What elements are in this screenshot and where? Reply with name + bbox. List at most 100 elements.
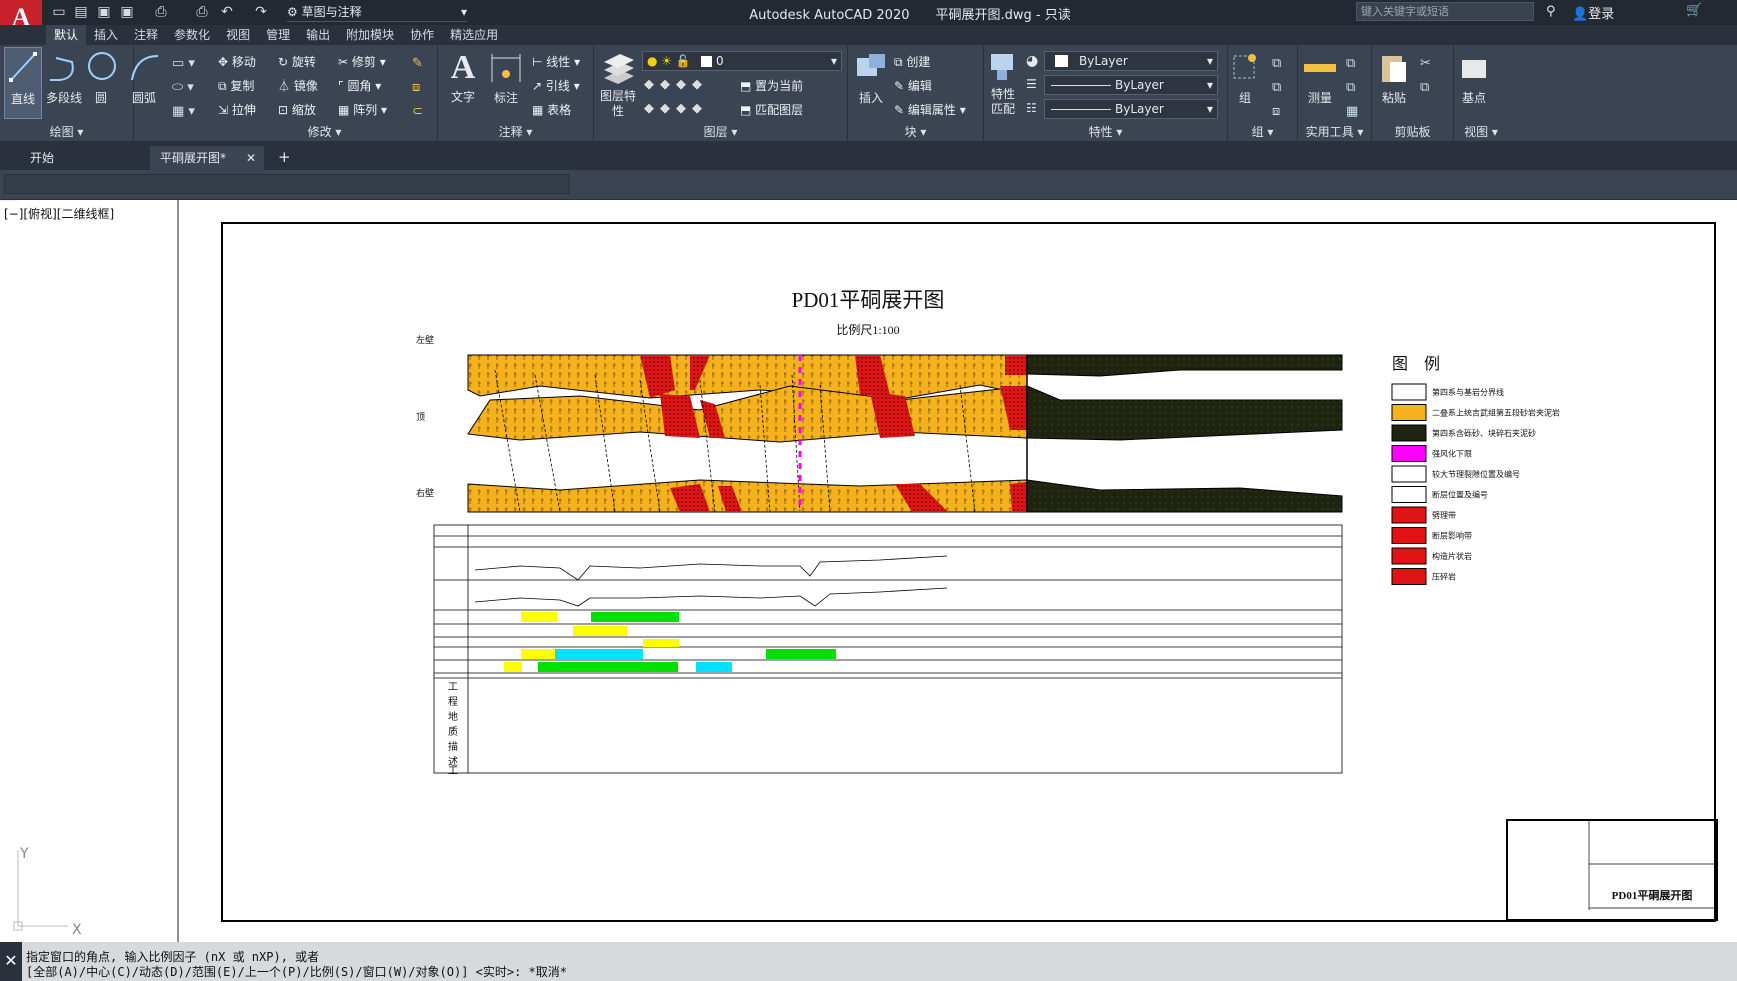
legend-swatch	[1391, 383, 1427, 401]
view-panel-title[interactable]: 视图 ▾	[1454, 123, 1508, 140]
make-current-icon: ⬒	[740, 79, 756, 93]
redo-icon[interactable]: ↷	[252, 3, 270, 21]
ribbon-tab-2[interactable]: 注释	[126, 25, 166, 45]
linear-dim-button[interactable]: ⊢ 线性 ▾	[532, 53, 580, 70]
modify-panel-title[interactable]: 修改 ▾	[212, 123, 437, 140]
copy-icon: ⧉	[218, 79, 231, 93]
linetype-dropdown[interactable]: ByLayer ▾	[1044, 75, 1218, 95]
clipboard-icon	[1382, 56, 1406, 82]
print-icon[interactable]: ⎙	[193, 3, 211, 21]
legend-label: 第四系含砾砂、块碎石夹泥砂	[1432, 428, 1536, 438]
match-properties-button[interactable]: 特性匹配	[986, 50, 1020, 117]
legend-label: 较大节理裂隙位置及编号	[1432, 469, 1520, 479]
linetype-icon: ☰	[1026, 77, 1037, 91]
array-button[interactable]: ▦ 阵列 ▾	[338, 101, 387, 118]
polyline-button[interactable]: 多段线	[44, 50, 84, 106]
tab-drawing[interactable]: 平硐展开图* ✕	[150, 146, 264, 170]
edit-block-icon: ✎	[894, 79, 908, 93]
binoculars-icon[interactable]: ⚲	[1546, 4, 1556, 19]
command-line[interactable]: 指定窗口的角点, 输入比例因子 (nX 或 nXP), 或者 [全部(A)/中心…	[0, 942, 1737, 981]
line-button[interactable]: 直线	[4, 47, 42, 119]
ucs-y-label: Y	[19, 846, 29, 862]
insert-button[interactable]: 插入	[852, 50, 890, 106]
layer-tools-row1[interactable]: ◆◆◆◆	[644, 77, 708, 92]
save-as-icon[interactable]: ▣	[118, 3, 136, 21]
ribbon-tab-0[interactable]: 默认	[46, 25, 87, 45]
table-button[interactable]: ▦ 表格	[532, 101, 571, 118]
move-button[interactable]: ✥ 移动	[218, 53, 256, 70]
annotation-panel-title[interactable]: 注释 ▾	[438, 123, 593, 140]
ribbon-tab-9[interactable]: 精选应用	[442, 25, 506, 45]
arc-button[interactable]: 圆弧	[126, 50, 162, 106]
modify-extra-icons[interactable]: ✎ ⧈ ⊂	[412, 52, 423, 124]
layer-dropdown[interactable]: ● ☀ 🔓 0 ▾	[642, 51, 842, 71]
dimension-button[interactable]: 标注	[488, 50, 524, 106]
scale-button[interactable]: ⊡ 缩放	[278, 101, 316, 118]
draw-panel-title[interactable]: 绘图 ▾	[0, 123, 133, 140]
ribbon-tab-3[interactable]: 参数化	[166, 25, 218, 45]
ribbon-tab-8[interactable]: 协作	[402, 25, 442, 45]
create-block-button[interactable]: ⧉ 创建	[894, 53, 930, 70]
utilities-panel-title[interactable]: 实用工具 ▾	[1298, 123, 1371, 140]
search-input[interactable]: 键入关键字或短语	[1356, 2, 1534, 21]
edit-attributes-button[interactable]: ✎ 编辑属性 ▾	[894, 101, 966, 118]
legend-label: 强风化下限	[1432, 449, 1472, 459]
measure-button[interactable]: 测量	[1302, 50, 1338, 106]
lineweight-dropdown[interactable]: ByLayer ▾	[1044, 99, 1218, 119]
save-icon[interactable]: ▣	[95, 3, 113, 21]
open-icon[interactable]: ▤	[72, 3, 90, 21]
legend-label: 二叠系上统吉武组第五段砂岩夹泥岩	[1432, 408, 1560, 418]
workspace-select[interactable]: ⚙ 草图与注释 ▾	[287, 2, 467, 22]
copy-button[interactable]: ⧉ 复制	[218, 77, 254, 94]
group-button[interactable]: 组	[1230, 50, 1260, 106]
base-point-button[interactable]: 基点	[1456, 50, 1492, 106]
layers-panel-title[interactable]: 图层 ▾	[594, 123, 847, 140]
command-close-icon[interactable]: ✕	[0, 942, 22, 981]
ribbon-tab-1[interactable]: 插入	[86, 25, 126, 45]
ribbon-tab-7[interactable]: 附加模块	[338, 25, 402, 45]
ribbon-tab-4[interactable]: 视图	[218, 25, 258, 45]
trim-button[interactable]: ✂ 修剪 ▾	[338, 53, 386, 70]
rotate-icon: ↻	[278, 55, 292, 69]
close-icon[interactable]: ✕	[246, 146, 256, 170]
tab-start[interactable]: 开始	[20, 146, 146, 170]
edit-block-button[interactable]: ✎ 编辑	[894, 77, 932, 94]
right-wall-label: 右壁	[416, 487, 434, 499]
dimension-icon	[491, 54, 521, 82]
new-tab-button[interactable]: +	[278, 148, 291, 166]
clipboard-tools[interactable]: ✂ ⧉	[1420, 52, 1431, 100]
move-icon: ✥	[218, 55, 232, 69]
mirror-button[interactable]: ⏃ 镜像	[278, 77, 318, 94]
layer-tools-row2[interactable]: ◆◆◆◆	[644, 101, 708, 116]
paste-button[interactable]: 粘贴	[1376, 50, 1412, 106]
ribbon-tab-5[interactable]: 管理	[258, 25, 298, 45]
plot-icon[interactable]: ⎙	[152, 3, 170, 21]
leader-button[interactable]: ↗ 引线 ▾	[532, 77, 580, 94]
undo-icon[interactable]: ↶	[218, 3, 236, 21]
edit-attributes-icon: ✎	[894, 103, 908, 117]
login-button[interactable]: 👤登录	[1572, 3, 1614, 22]
layer-color-swatch	[701, 56, 712, 67]
make-current-button[interactable]: ⬒ 置为当前	[740, 77, 803, 94]
color-wheel-icon[interactable]: ◕	[1026, 53, 1038, 69]
lineweight-icon: ☷	[1026, 101, 1037, 115]
group-tools[interactable]: ⧉ ⧉ ⧈	[1272, 52, 1281, 124]
block-panel-title[interactable]: 块 ▾	[848, 123, 983, 140]
ribbon-tab-6[interactable]: 输出	[298, 25, 338, 45]
new-icon[interactable]: ▭	[50, 3, 68, 21]
cart-icon[interactable]: 🛒	[1686, 3, 1702, 18]
chevron-down-icon: ▾	[460, 5, 467, 19]
groups-panel-title[interactable]: 组 ▾	[1228, 123, 1297, 140]
match-layer-button[interactable]: ⬒ 匹配图层	[740, 101, 803, 118]
stretch-button[interactable]: ⇲ 拉伸	[218, 101, 256, 118]
fillet-button[interactable]: ⌜ 圆角 ▾	[338, 77, 381, 94]
circle-button[interactable]: 圆	[86, 50, 116, 106]
draw-small-tools[interactable]: ▭ ▾ ⬭ ▾ ▦ ▾	[172, 52, 195, 124]
text-button[interactable]: A 文字	[446, 48, 480, 105]
leader-icon: ↗	[532, 79, 546, 93]
color-dropdown[interactable]: ByLayer ▾	[1044, 51, 1218, 71]
utility-tools[interactable]: ⧉ ⧉ ▦	[1346, 52, 1358, 124]
layer-properties-button[interactable]: 图层特性	[598, 50, 638, 119]
properties-panel-title[interactable]: 特性 ▾	[984, 123, 1227, 140]
rotate-button[interactable]: ↻ 旋转	[278, 53, 316, 70]
